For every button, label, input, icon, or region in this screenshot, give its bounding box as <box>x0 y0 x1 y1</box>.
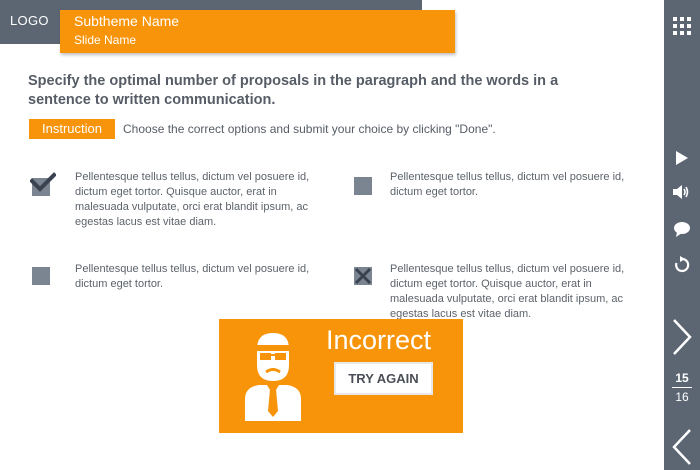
page-current: 15 <box>675 371 689 385</box>
grid-menu-icon[interactable] <box>664 17 700 35</box>
option-4-text: Pellentesque tellus tellus, dictum vel p… <box>390 263 625 320</box>
page-divider <box>672 387 692 388</box>
prev-arrow-icon[interactable] <box>664 427 700 467</box>
checkbox-unchecked[interactable] <box>354 177 372 195</box>
question-text: Specify the optimal number of proposals … <box>28 73 559 108</box>
option-1[interactable]: Pellentesque tellus tellus, dictum vel p… <box>30 170 330 240</box>
feedback-title: Incorrect <box>326 325 432 355</box>
option-3-text: Pellentesque tellus tellus, dictum vel p… <box>75 263 310 290</box>
checkmark-icon <box>30 172 56 192</box>
logo: LOGO <box>10 13 49 28</box>
person-icon <box>245 333 301 421</box>
comment-icon[interactable] <box>664 221 700 237</box>
page-counter: 15 16 <box>664 371 700 404</box>
play-icon[interactable] <box>664 150 700 166</box>
next-arrow-icon[interactable] <box>664 317 700 357</box>
sidebar: 15 16 <box>664 0 700 470</box>
feedback-panel: Incorrect TRY AGAIN <box>219 319 463 433</box>
option-1-text: Pellentesque tellus tellus, dictum vel p… <box>75 171 310 228</box>
option-3[interactable]: Pellentesque tellus tellus, dictum vel p… <box>30 262 330 302</box>
try-again-button[interactable]: TRY AGAIN <box>334 362 433 395</box>
replay-icon[interactable] <box>664 256 700 274</box>
checkbox-unchecked[interactable] <box>32 267 50 285</box>
subtheme-name: Subtheme Name <box>74 13 180 29</box>
title-banner: Subtheme Name Slide Name <box>60 10 455 53</box>
instruction-label: Instruction <box>29 119 115 139</box>
cross-mark-icon <box>354 267 372 285</box>
slide-name: Slide Name <box>74 33 137 47</box>
instruction-text: Choose the correct options and submit yo… <box>123 122 496 136</box>
option-2-text: Pellentesque tellus tellus, dictum vel p… <box>390 171 625 198</box>
page-total: 16 <box>675 390 689 404</box>
volume-icon[interactable] <box>664 184 700 200</box>
option-2[interactable]: Pellentesque tellus tellus, dictum vel p… <box>352 170 652 210</box>
